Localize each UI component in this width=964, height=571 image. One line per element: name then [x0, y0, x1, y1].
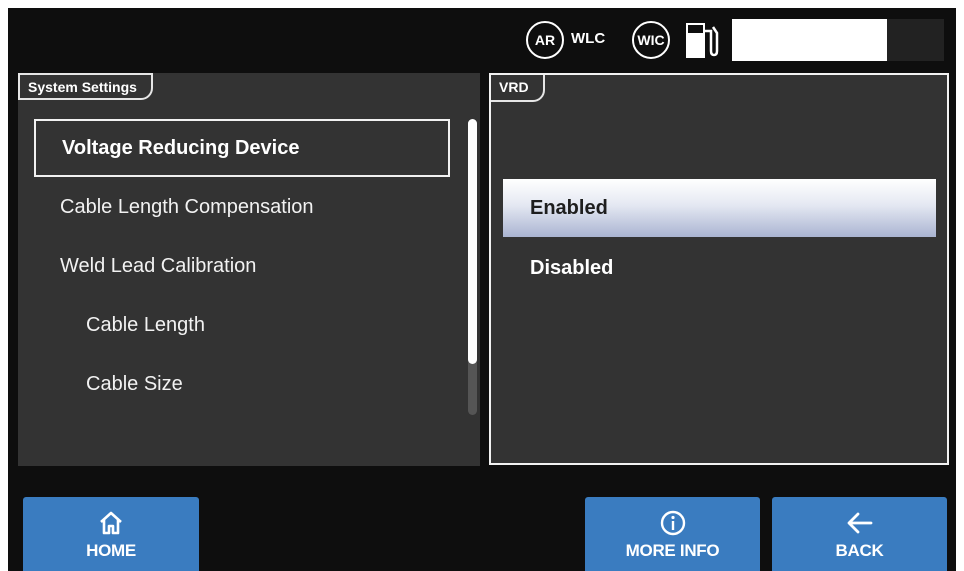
- home-icon: [100, 511, 122, 535]
- scrollbar-thumb[interactable]: [468, 119, 477, 364]
- back-button[interactable]: BACK: [772, 497, 947, 571]
- fuel-level-fill: [732, 19, 887, 61]
- screen: AR WLC WIC System Settings Voltage Reduc…: [8, 8, 956, 571]
- fuel-pump-icon: [686, 23, 719, 58]
- menu-item-cable-length[interactable]: Cable Length: [34, 296, 450, 354]
- system-settings-title: System Settings: [18, 73, 153, 100]
- wic-badge: WIC: [632, 21, 670, 59]
- wic-badge-label: WIC: [637, 32, 665, 48]
- menu-item-label: Cable Size: [86, 372, 183, 395]
- arrow-left-icon: [847, 512, 872, 534]
- menu-item-weld-lead-calibration[interactable]: Weld Lead Calibration: [34, 237, 450, 295]
- back-button-label: BACK: [835, 541, 884, 560]
- more-info-button-label: MORE INFO: [625, 541, 720, 560]
- vrd-title: VRD: [491, 75, 545, 102]
- menu-item-label: Weld Lead Calibration: [60, 254, 257, 277]
- option-disabled[interactable]: Disabled: [503, 239, 936, 297]
- ar-badge: AR: [526, 21, 564, 59]
- wlc-label: WLC: [571, 30, 606, 47]
- info-icon: [660, 510, 685, 536]
- option-label: Enabled: [530, 196, 608, 219]
- menu-item-label: Voltage Reducing Device: [62, 136, 300, 159]
- home-button-label: HOME: [86, 541, 136, 560]
- home-button[interactable]: HOME: [23, 497, 199, 571]
- option-label: Disabled: [530, 256, 614, 279]
- scrollbar[interactable]: [468, 119, 477, 415]
- menu-item-label: Cable Length: [86, 313, 205, 336]
- menu-item-voltage-reducing-device[interactable]: Voltage Reducing Device: [34, 119, 450, 177]
- option-enabled[interactable]: Enabled: [503, 179, 936, 237]
- status-bar: AR WLC WIC: [8, 8, 956, 70]
- more-info-button[interactable]: MORE INFO: [585, 497, 760, 571]
- menu-item-cable-size[interactable]: Cable Size: [34, 355, 450, 413]
- fuel-level-meter: [732, 19, 944, 61]
- vrd-panel: VRD Enabled Disabled: [489, 73, 949, 465]
- menu-item-cable-length-compensation[interactable]: Cable Length Compensation: [34, 178, 450, 236]
- menu-item-label: Cable Length Compensation: [60, 195, 314, 218]
- system-settings-panel: System Settings Voltage Reducing Device …: [18, 73, 480, 466]
- ar-badge-label: AR: [534, 32, 556, 48]
